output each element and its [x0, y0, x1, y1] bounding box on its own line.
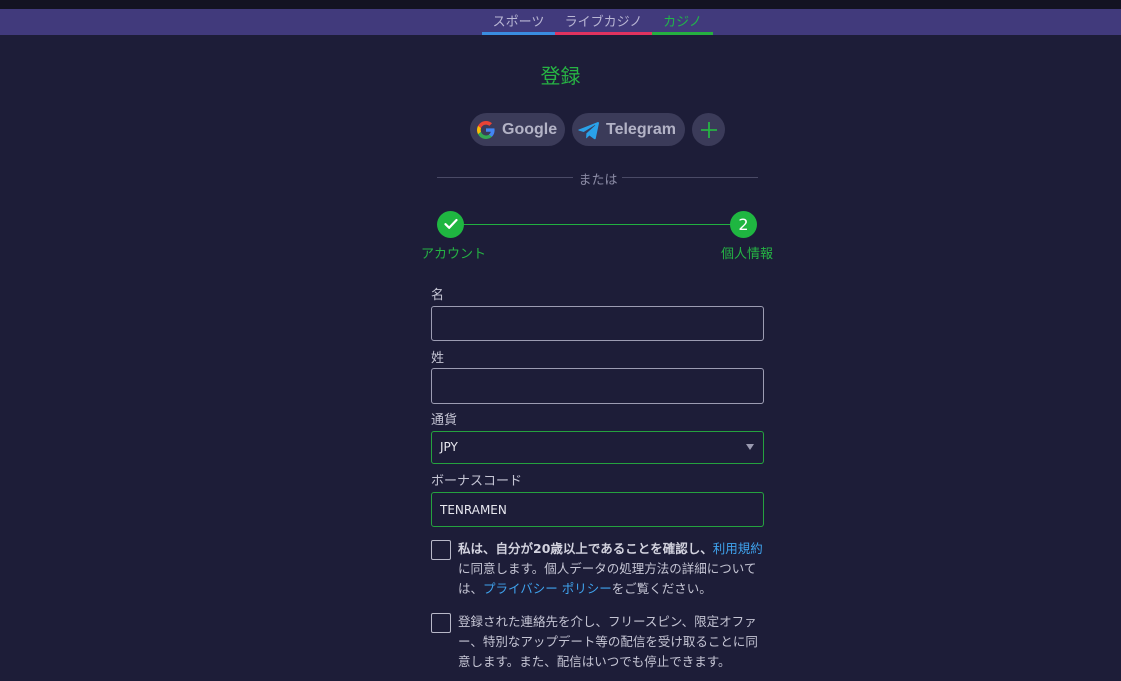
google-label: Google — [502, 120, 558, 138]
age-terms-consent-text: 私は、自分が20歳以上であることを確認し、利用規約に同意します。個人データの処理… — [458, 541, 763, 596]
stepper-progress-line — [463, 224, 744, 225]
more-signin-options-button[interactable] — [692, 113, 725, 146]
step-account-label: アカウント — [421, 247, 487, 262]
check-icon — [443, 215, 458, 234]
step-account-indicator — [437, 211, 464, 238]
plus-icon — [700, 121, 718, 139]
currency-selected-value: JPY — [440, 440, 458, 454]
telegram-label: Telegram — [606, 120, 676, 138]
last-name-label: 姓 — [431, 351, 445, 366]
step-personal-info-label: 個人情報 — [721, 247, 774, 262]
currency-select[interactable] — [431, 431, 764, 464]
step-number: 2 — [738, 215, 749, 234]
first-name-label: 名 — [431, 288, 445, 303]
divider-line-left — [437, 177, 573, 178]
tab-casino[interactable]: カジノ — [652, 9, 713, 35]
google-signin-button[interactable]: Google — [470, 113, 565, 146]
google-icon — [476, 120, 496, 140]
step-personal-info-indicator: 2 — [730, 211, 757, 238]
telegram-signin-button[interactable]: Telegram — [572, 113, 685, 146]
tab-sports[interactable]: スポーツ — [482, 9, 555, 35]
terms-link[interactable]: 利用規約 — [713, 541, 763, 556]
product-tab-bar: スポーツ ライブカジノ カジノ — [0, 9, 1121, 35]
or-separator: または — [578, 173, 618, 188]
page-title: 登録 — [540, 64, 581, 88]
bonus-code-input[interactable] — [431, 492, 764, 527]
bonus-code-label: ボーナスコード — [431, 474, 523, 489]
chevron-down-icon — [746, 444, 754, 450]
telegram-icon — [578, 120, 600, 140]
tab-underline — [555, 32, 652, 35]
tab-underline — [482, 32, 555, 35]
tab-underline — [652, 32, 713, 35]
first-name-input[interactable] — [431, 306, 764, 341]
privacy-policy-link[interactable]: プライバシー ポリシー — [483, 581, 612, 596]
divider-line-right — [622, 177, 758, 178]
currency-label: 通貨 — [431, 413, 458, 428]
age-terms-checkbox[interactable] — [431, 540, 451, 560]
tab-live-casino[interactable]: ライブカジノ — [555, 9, 652, 35]
top-bar — [0, 0, 1121, 9]
last-name-input[interactable] — [431, 368, 764, 404]
marketing-consent-text: 登録された連絡先を介し、フリースピン、限定オファー、特別なアップデート等の配信を… — [458, 614, 758, 669]
marketing-consent-checkbox[interactable] — [431, 613, 451, 633]
